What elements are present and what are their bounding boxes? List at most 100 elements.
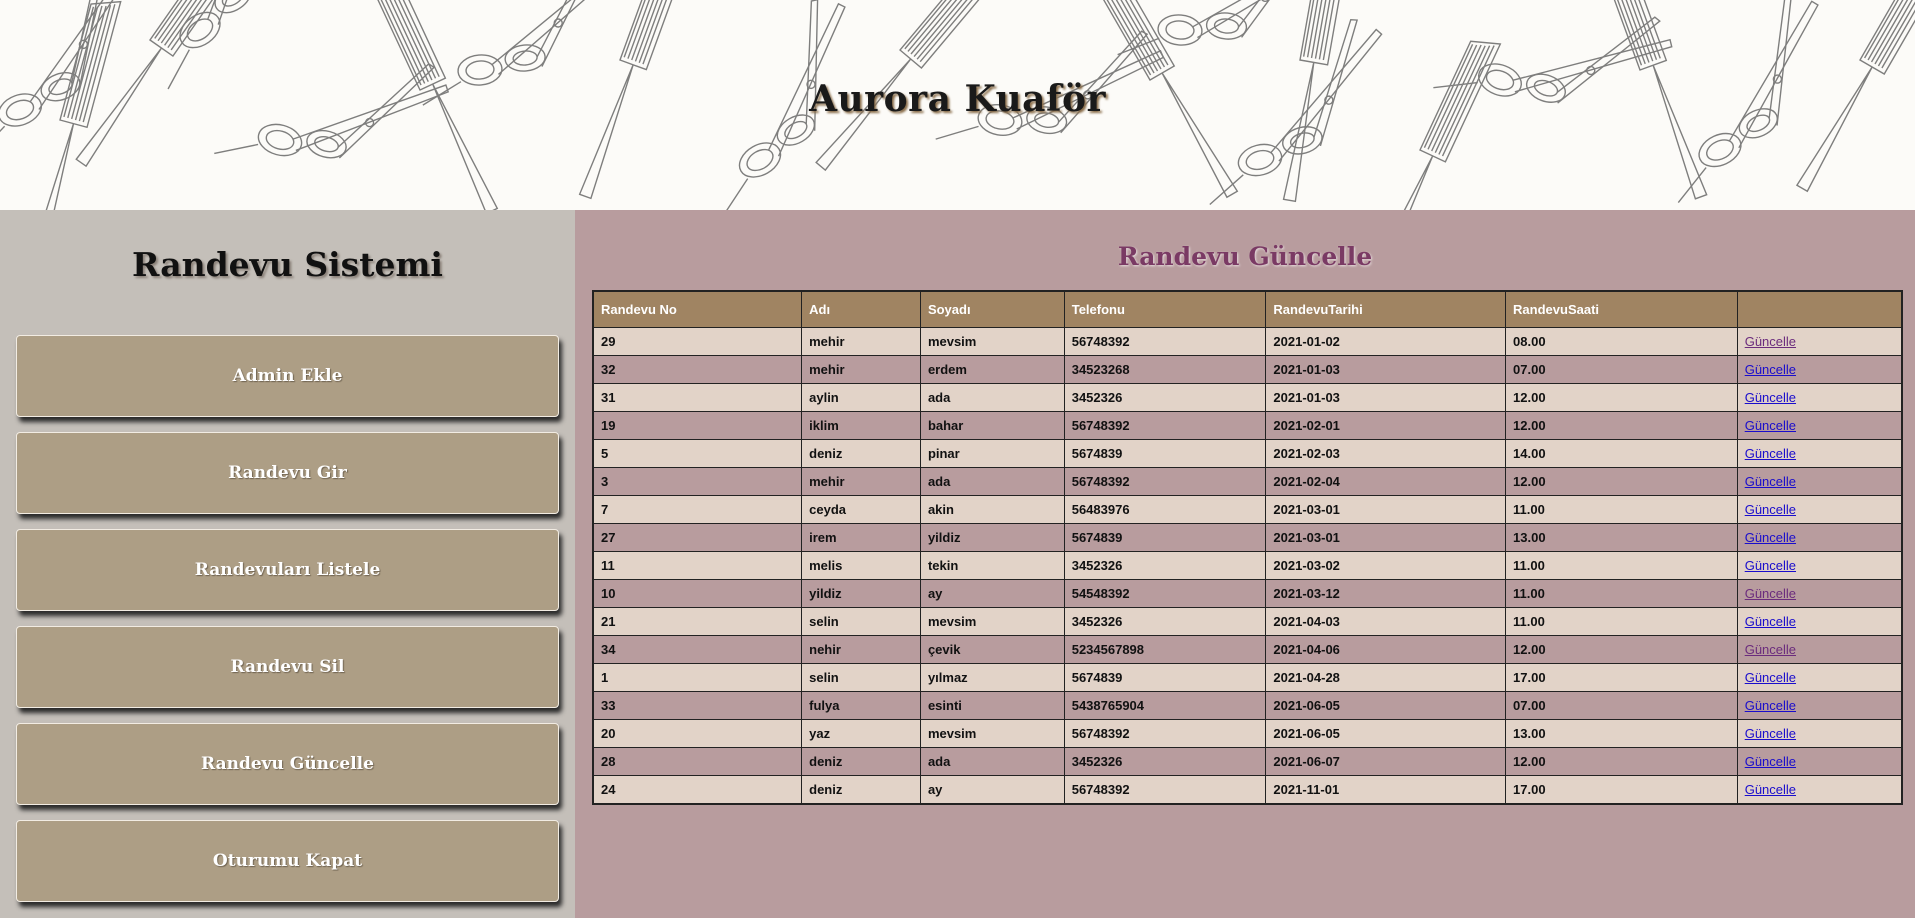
cell-randevu-tarihi: 2021-06-05 <box>1265 719 1507 748</box>
cell-soyadi: ay <box>919 775 1065 805</box>
cell-action: Güncelle <box>1736 775 1903 805</box>
cell-adi: mehir <box>801 467 921 496</box>
cell-telefonu: 3452326 <box>1063 607 1267 636</box>
guncelle-link[interactable]: Güncelle <box>1745 474 1796 489</box>
randevu-guncelle-button[interactable]: Randevu Güncelle <box>16 723 559 805</box>
cell-telefonu: 34523268 <box>1063 355 1267 384</box>
page-title: Randevu Güncelle <box>1117 242 1373 271</box>
guncelle-link[interactable]: Güncelle <box>1745 362 1796 377</box>
column-header-soyadi: Soyadı <box>919 290 1065 328</box>
cell-randevu-no: 1 <box>592 663 803 692</box>
cell-randevu-no: 21 <box>592 607 803 636</box>
cell-action: Güncelle <box>1736 635 1903 664</box>
cell-randevu-no: 28 <box>592 747 803 776</box>
cell-telefonu: 3452326 <box>1063 383 1267 412</box>
cell-action: Güncelle <box>1736 355 1903 384</box>
cell-randevu-no: 27 <box>592 523 803 552</box>
cell-soyadi: mevsim <box>919 607 1065 636</box>
cell-adi: deniz <box>801 775 921 805</box>
main-content: Randevu Güncelle Randevu No Adı Soyadı T… <box>575 210 1915 918</box>
guncelle-link[interactable]: Güncelle <box>1745 586 1796 601</box>
guncelle-link[interactable]: Güncelle <box>1745 502 1796 517</box>
cell-telefonu: 5234567898 <box>1063 635 1267 664</box>
column-header-adi: Adı <box>801 290 921 328</box>
guncelle-link[interactable]: Güncelle <box>1745 390 1796 405</box>
cell-action: Güncelle <box>1736 663 1903 692</box>
table-row: 7 ceyda akin 56483976 2021-03-01 11.00 Güncell… <box>592 495 1903 524</box>
header-banner: Aurora Kuaför <box>0 0 1915 210</box>
table-row: 32 mehir erdem 34523268 2021-01-03 07.00 Günce… <box>592 355 1903 384</box>
cell-soyadi: ada <box>919 747 1065 776</box>
guncelle-link[interactable]: Güncelle <box>1745 418 1796 433</box>
cell-action: Güncelle <box>1736 579 1903 608</box>
guncelle-link[interactable]: Güncelle <box>1745 558 1796 573</box>
cell-telefonu: 3452326 <box>1063 747 1267 776</box>
cell-telefonu: 3452326 <box>1063 551 1267 580</box>
cell-randevu-saati: 07.00 <box>1505 355 1738 384</box>
cell-randevu-saati: 17.00 <box>1505 663 1738 692</box>
cell-telefonu: 5674839 <box>1063 663 1267 692</box>
cell-adi: yaz <box>801 719 921 748</box>
table-row: 19 iklim bahar 56748392 2021-02-01 12.00 Günce… <box>592 411 1903 440</box>
cell-soyadi: akin <box>919 495 1065 524</box>
guncelle-link[interactable]: Güncelle <box>1745 698 1796 713</box>
guncelle-link[interactable]: Güncelle <box>1745 782 1796 797</box>
cell-action: Güncelle <box>1736 719 1903 748</box>
cell-randevu-saati: 12.00 <box>1505 467 1738 496</box>
cell-action: Güncelle <box>1736 467 1903 496</box>
cell-randevu-saati: 12.00 <box>1505 411 1738 440</box>
table-row: 10 yildiz ay 54548392 2021-03-12 11.00 Güncell… <box>592 579 1903 608</box>
table-row: 3 mehir ada 56748392 2021-02-04 12.00 Güncelle <box>592 467 1903 496</box>
cell-randevu-saati: 13.00 <box>1505 719 1738 748</box>
cell-randevu-tarihi: 2021-01-03 <box>1265 355 1507 384</box>
table-row: 11 melis tekin 3452326 2021-03-02 11.00 Güncel… <box>592 551 1903 580</box>
randevu-gir-button[interactable]: Randevu Gir <box>16 432 559 514</box>
table-header-row: Randevu No Adı Soyadı Telefonu RandevuTa… <box>592 290 1903 328</box>
cell-randevu-saati: 12.00 <box>1505 635 1738 664</box>
admin-ekle-button[interactable]: Admin Ekle <box>16 335 559 417</box>
column-header-randevu-tarihi: RandevuTarihi <box>1265 290 1507 328</box>
guncelle-link[interactable]: Güncelle <box>1745 754 1796 769</box>
randevu-sil-button[interactable]: Randevu Sil <box>16 626 559 708</box>
guncelle-link[interactable]: Güncelle <box>1745 334 1796 349</box>
cell-randevu-saati: 11.00 <box>1505 551 1738 580</box>
table-row: 28 deniz ada 3452326 2021-06-07 12.00 Güncelle <box>592 747 1903 776</box>
guncelle-link[interactable]: Güncelle <box>1745 530 1796 545</box>
cell-adi: aylin <box>801 383 921 412</box>
guncelle-link[interactable]: Güncelle <box>1745 642 1796 657</box>
cell-randevu-tarihi: 2021-04-06 <box>1265 635 1507 664</box>
cell-randevu-no: 31 <box>592 383 803 412</box>
cell-randevu-tarihi: 2021-04-03 <box>1265 607 1507 636</box>
cell-telefonu: 56483976 <box>1063 495 1267 524</box>
cell-action: Güncelle <box>1736 383 1903 412</box>
cell-adi: deniz <box>801 439 921 468</box>
cell-randevu-no: 20 <box>592 719 803 748</box>
table-row: 29 mehir mevsim 56748392 2021-01-02 08.00 Günc… <box>592 327 1903 356</box>
cell-telefonu: 56748392 <box>1063 467 1267 496</box>
column-header-randevu-no: Randevu No <box>592 290 803 328</box>
cell-randevu-tarihi: 2021-03-01 <box>1265 495 1507 524</box>
cell-adi: yildiz <box>801 579 921 608</box>
cell-soyadi: mevsim <box>919 327 1065 356</box>
cell-randevu-tarihi: 2021-02-03 <box>1265 439 1507 468</box>
guncelle-link[interactable]: Güncelle <box>1745 726 1796 741</box>
cell-randevu-saati: 11.00 <box>1505 579 1738 608</box>
cell-randevu-tarihi: 2021-06-07 <box>1265 747 1507 776</box>
guncelle-link[interactable]: Güncelle <box>1745 614 1796 629</box>
table-row: 20 yaz mevsim 56748392 2021-06-05 13.00 Güncel… <box>592 719 1903 748</box>
cell-randevu-tarihi: 2021-11-01 <box>1265 775 1507 805</box>
cell-randevu-tarihi: 2021-01-03 <box>1265 383 1507 412</box>
guncelle-link[interactable]: Güncelle <box>1745 446 1796 461</box>
cell-action: Güncelle <box>1736 523 1903 552</box>
table-row: 27 irem yildiz 5674839 2021-03-01 13.00 Güncel… <box>592 523 1903 552</box>
cell-randevu-saati: 08.00 <box>1505 327 1738 356</box>
cell-soyadi: tekin <box>919 551 1065 580</box>
cell-soyadi: çevik <box>919 635 1065 664</box>
randevulari-listele-button[interactable]: Randevuları Listele <box>16 529 559 611</box>
cell-randevu-no: 11 <box>592 551 803 580</box>
cell-soyadi: pinar <box>919 439 1065 468</box>
cell-randevu-no: 24 <box>592 775 803 805</box>
cell-randevu-saati: 12.00 <box>1505 747 1738 776</box>
oturumu-kapat-button[interactable]: Oturumu Kapat <box>16 820 559 902</box>
guncelle-link[interactable]: Güncelle <box>1745 670 1796 685</box>
